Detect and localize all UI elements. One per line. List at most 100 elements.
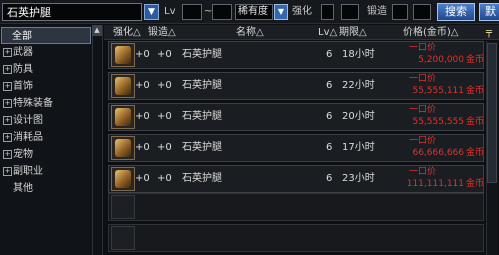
forge-value: +0 xyxy=(157,111,172,122)
forge-value: +0 xyxy=(157,173,172,184)
search-button[interactable]: 搜索 xyxy=(437,3,475,21)
results-scroll-thumb[interactable] xyxy=(487,43,497,183)
enhance-max-input[interactable] xyxy=(341,4,359,20)
expand-plus-icon[interactable]: + xyxy=(3,167,12,176)
search-input[interactable]: 石英护腿 xyxy=(2,3,142,21)
price-value: 55,555,111 xyxy=(412,86,464,96)
item-name: 石英护腿 xyxy=(182,142,222,153)
forge-value: +0 xyxy=(157,80,172,91)
item-name: 石英护腿 xyxy=(182,111,222,122)
enhance-value: +0 xyxy=(135,80,150,91)
leg-armor-icon xyxy=(115,77,131,95)
column-header-level[interactable]: Lv△ xyxy=(318,25,337,40)
currency-label: 金币 xyxy=(466,55,485,65)
column-header-name[interactable]: 名称△ xyxy=(236,25,264,40)
pin-icon[interactable]: ╤ xyxy=(486,27,496,39)
column-header-forge[interactable]: 锻造△ xyxy=(148,25,176,40)
item-level: 6 xyxy=(326,142,333,153)
item-icon-slot[interactable] xyxy=(111,105,135,129)
currency-label: 金币 xyxy=(466,117,485,127)
item-icon-slot[interactable] xyxy=(111,43,135,67)
column-header-period[interactable]: 期限△ xyxy=(339,25,367,40)
enhance-value: +0 xyxy=(135,111,150,122)
leg-armor-icon xyxy=(115,139,131,157)
level-max-input[interactable] xyxy=(212,4,232,20)
expand-plus-icon[interactable]: + xyxy=(3,48,12,57)
search-history-dropdown-icon[interactable]: ▼ xyxy=(144,4,159,20)
item-icon-slot[interactable] xyxy=(111,74,135,98)
forge-value: +0 xyxy=(157,49,172,60)
currency-label: 金币 xyxy=(466,86,485,96)
sidebar-item-label: 武器 xyxy=(13,47,33,58)
price-value: 66,666,666 xyxy=(412,148,464,158)
expand-plus-icon[interactable]: + xyxy=(3,99,12,108)
item-level: 6 xyxy=(326,80,333,91)
sidebar-item-label: 其他 xyxy=(13,183,33,194)
empty-list-row xyxy=(108,224,484,252)
rarity-select[interactable]: 稀有度 xyxy=(235,4,273,20)
remaining-time: 17小时 xyxy=(342,142,375,153)
sidebar-item-category[interactable]: 其他 xyxy=(1,180,101,197)
currency-label: 金币 xyxy=(466,148,485,158)
column-header-enhance[interactable]: 强化△ xyxy=(113,25,141,40)
forge-min-input[interactable] xyxy=(392,4,408,20)
leg-armor-icon xyxy=(115,46,131,64)
enhance-min-input[interactable] xyxy=(321,4,334,20)
remaining-time: 20小时 xyxy=(342,111,375,122)
sidebar-item-category[interactable]: + 首饰 xyxy=(1,78,101,95)
price-value: 55,555,555 xyxy=(412,117,464,127)
expand-plus-icon[interactable]: + xyxy=(3,65,12,74)
enhance-value: +0 xyxy=(135,142,150,153)
expand-plus-icon[interactable]: + xyxy=(3,82,12,91)
sidebar-item-category[interactable]: + 宠物 xyxy=(1,146,101,163)
sidebar-item-label: 副职业 xyxy=(13,166,43,177)
sidebar-item-label: 设计图 xyxy=(13,115,43,126)
default-button[interactable]: 默 xyxy=(479,3,499,21)
item-level: 6 xyxy=(326,49,333,60)
expand-plus-icon[interactable]: + xyxy=(3,150,12,159)
enhance-value: +0 xyxy=(135,173,150,184)
item-level: 6 xyxy=(326,173,333,184)
remaining-time: 18小时 xyxy=(342,49,375,60)
column-header-price[interactable]: 价格(金币)△ xyxy=(403,25,459,40)
item-name: 石英护腿 xyxy=(182,49,222,60)
currency-label: 金币 xyxy=(466,179,485,189)
expand-plus-icon[interactable]: + xyxy=(3,116,12,125)
sidebar-item-category[interactable]: + 特殊装备 xyxy=(1,95,101,112)
sidebar-item-category[interactable]: + 武器 xyxy=(1,44,101,61)
leg-armor-icon xyxy=(115,108,131,126)
scroll-up-icon[interactable]: ▲ xyxy=(92,25,102,36)
price-value: 5,200,000 xyxy=(418,55,464,65)
sidebar-item-label: 首饰 xyxy=(13,81,33,92)
item-icon-slot[interactable] xyxy=(111,167,135,191)
sidebar-item-label: 消耗品 xyxy=(13,132,43,143)
enhance-value: +0 xyxy=(135,49,150,60)
leg-armor-icon xyxy=(115,170,131,188)
sidebar-item-category[interactable]: 全部 xyxy=(1,27,91,44)
sidebar-item-label: 全部 xyxy=(12,31,32,42)
level-label: Lv xyxy=(164,6,176,17)
remaining-time: 23小时 xyxy=(342,173,375,184)
forge-max-input[interactable] xyxy=(413,4,431,20)
item-icon-slot[interactable] xyxy=(111,136,135,160)
sidebar-item-category[interactable]: + 消耗品 xyxy=(1,129,101,146)
item-name: 石英护腿 xyxy=(182,80,222,91)
item-level: 6 xyxy=(326,111,333,122)
item-name: 石英护腿 xyxy=(182,173,222,184)
price-value: 111,111,111 xyxy=(406,179,464,189)
enhance-label: 强化 xyxy=(292,6,312,17)
sidebar-item-label: 防具 xyxy=(13,64,33,75)
empty-item-slot xyxy=(111,226,135,250)
sidebar-item-label: 宠物 xyxy=(13,149,33,160)
rarity-dropdown-icon[interactable]: ▼ xyxy=(274,4,288,20)
forge-value: +0 xyxy=(157,142,172,153)
forge-label: 锻造 xyxy=(367,6,387,17)
sidebar-item-label: 特殊装备 xyxy=(13,98,53,109)
sidebar-item-category[interactable]: + 设计图 xyxy=(1,112,101,129)
remaining-time: 22小时 xyxy=(342,80,375,91)
empty-item-slot xyxy=(111,195,135,219)
sidebar-item-category[interactable]: + 副职业 xyxy=(1,163,101,180)
level-min-input[interactable] xyxy=(182,4,202,20)
expand-plus-icon[interactable]: + xyxy=(3,133,12,142)
sidebar-item-category[interactable]: + 防具 xyxy=(1,61,101,78)
